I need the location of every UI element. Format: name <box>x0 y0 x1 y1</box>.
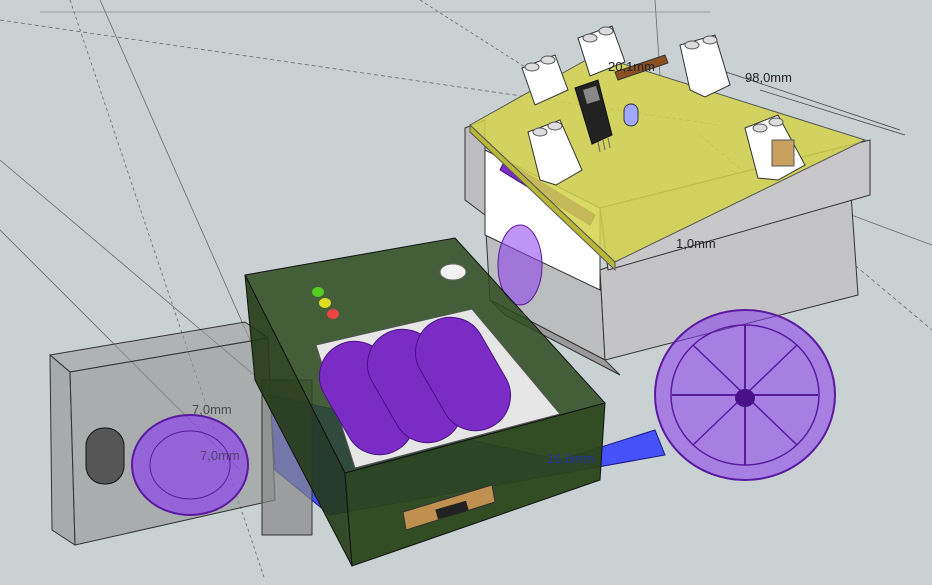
led-red <box>327 309 339 319</box>
dimension-left-2: 7,0mm <box>200 448 240 463</box>
dimension-left-1: 7,0mm <box>192 402 232 417</box>
robot-model-scene[interactable]: 20,1mm 98,0mm 1,0mm 7,0mm 7,0mm 16,6mm <box>0 0 932 581</box>
led-yellow <box>319 298 331 308</box>
led-green <box>312 287 324 297</box>
power-switch[interactable] <box>439 263 467 281</box>
guide-line <box>99 0 251 341</box>
capacitor <box>623 103 639 127</box>
caster-wheel[interactable] <box>131 414 249 516</box>
dimension-board-width: 98,0mm <box>745 70 792 85</box>
motor-cylinder <box>85 427 125 485</box>
dimension-board-thickness: 1,0mm <box>676 236 716 251</box>
dimension-base-height: 16,6mm <box>547 451 594 466</box>
drive-wheel-right[interactable] <box>654 309 836 481</box>
dimension-top-width: 20,1mm <box>608 59 655 74</box>
3d-model-viewport[interactable]: 20,1mm 98,0mm 1,0mm 7,0mm 7,0mm 16,6mm <box>0 0 932 581</box>
